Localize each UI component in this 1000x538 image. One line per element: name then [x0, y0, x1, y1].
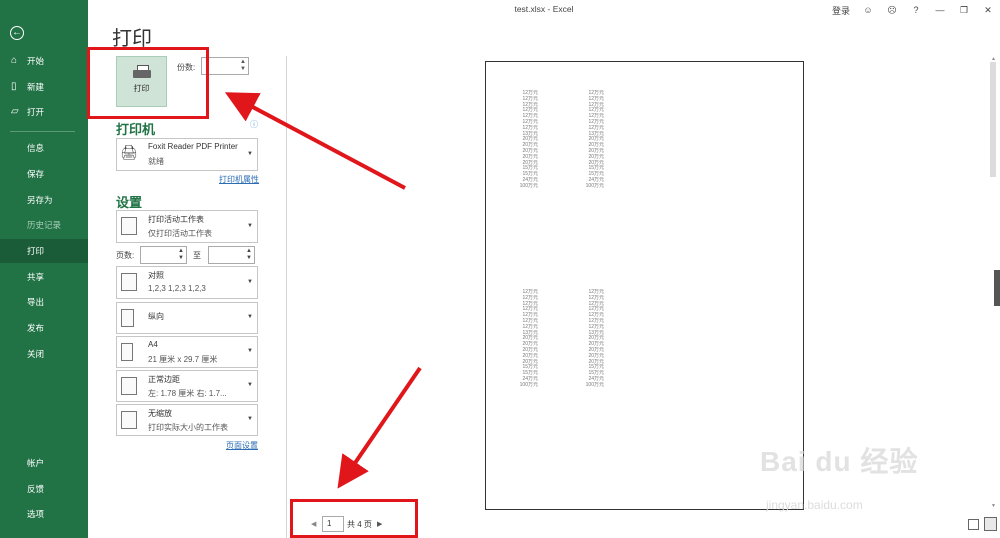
- annotation-arrows: [224, 92, 422, 489]
- arrow-to-print-button: [224, 92, 406, 190]
- arrow-to-page-nav: [337, 366, 422, 489]
